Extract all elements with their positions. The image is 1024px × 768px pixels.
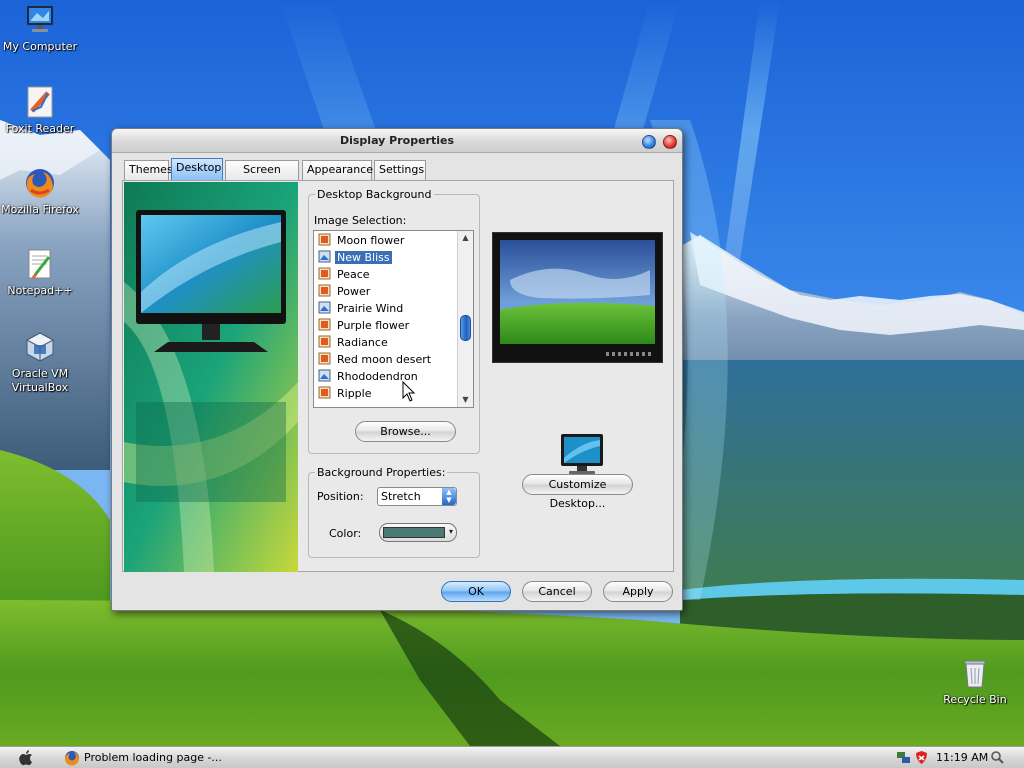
taskbar-item-label: Problem loading page -... [84,751,222,764]
list-item-selected[interactable]: New Bliss [318,249,392,266]
ok-button[interactable]: OK [441,581,511,602]
apply-button[interactable]: Apply [603,581,673,602]
title-bar[interactable]: Display Properties [112,129,682,153]
list-item[interactable]: Moon flower [318,232,406,249]
virtualbox-icon [23,330,57,364]
list-item[interactable]: Red moon desert [318,351,433,368]
firefox-icon [64,750,80,766]
list-item[interactable]: Purple flower [318,317,411,334]
display-properties-window: Display Properties Themes Desktop Screen… [111,128,683,611]
desktop-icon-notepad-plus-plus[interactable]: Notepad++ [0,247,80,298]
apple-menu-icon[interactable] [18,749,34,766]
image-file-icon [318,352,331,365]
wallpaper-file-icon [318,369,331,382]
scroll-down-icon[interactable]: ▼ [458,393,473,407]
desktop-icon-virtualbox[interactable]: Oracle VM VirtualBox [0,330,80,395]
tab-screen-saver[interactable]: Screen Saver [225,160,299,194]
desktop-icon-label: Oracle VM VirtualBox [11,367,69,394]
desktop-icon-label: Notepad++ [7,284,73,297]
search-icon[interactable] [990,750,1005,765]
taskbar: Problem loading page -... 11:19 AM [0,746,1024,768]
wallpaper-file-icon [318,250,331,263]
list-scrollbar[interactable]: ▲ ▼ [457,231,473,407]
image-selection-list[interactable]: Moon flower New Bliss Peace Power Prairi… [313,230,474,408]
select-arrows-icon: ▲ ▼ [442,488,456,505]
help-button[interactable] [642,135,656,149]
sidebar-artwork [124,182,298,572]
desktop-icon-firefox[interactable]: Mozilla Firefox [0,166,80,217]
color-label: Color: [329,527,362,540]
taskbar-item-firefox[interactable]: Problem loading page -... [64,749,300,767]
tab-appearance[interactable]: Appearance [302,160,373,180]
tab-desktop[interactable]: Desktop [171,158,223,180]
browse-button[interactable]: Browse... [355,421,456,442]
desktop-icon-label: My Computer [2,40,78,53]
image-file-icon [318,267,331,280]
scroll-up-icon[interactable]: ▲ [458,231,473,245]
position-label: Position: [317,490,364,503]
desktop-tab-page: Desktop Background Image Selection: Moon… [122,180,674,572]
image-file-icon [318,318,331,331]
position-select[interactable]: Stretch ▲ ▼ [377,487,457,506]
wallpaper-file-icon [318,301,331,314]
group-legend: Desktop Background [315,188,434,201]
chevron-down-icon: ▾ [448,527,453,536]
position-select-value: Stretch [381,490,421,503]
desktop-icon-foxit-reader[interactable]: Foxit Reader [0,85,80,136]
image-file-icon [318,335,331,348]
wallpaper-preview-monitor [492,232,663,363]
clock: 11:19 AM [936,751,989,764]
scrollbar-thumb[interactable] [460,315,471,341]
color-swatch [383,527,445,538]
network-tray-icon[interactable] [896,750,911,765]
list-item[interactable]: Power [318,283,372,300]
cancel-button[interactable]: Cancel [522,581,592,602]
group-legend: Background Properties: [315,466,448,479]
firefox-icon [23,166,57,200]
list-item[interactable]: Radiance [318,334,390,351]
image-selection-label: Image Selection: [314,214,407,227]
desktop-icon-label: Foxit Reader [5,122,75,135]
background-properties-group: Background Properties: [308,466,480,558]
image-file-icon [318,386,331,399]
image-file-icon [318,284,331,297]
mouse-cursor-icon [402,380,416,403]
desktop-icon-recycle-bin[interactable]: Recycle Bin [935,656,1015,707]
close-button[interactable] [663,135,677,149]
tab-themes[interactable]: Themes [124,160,173,180]
customize-monitor-icon [557,432,607,476]
recycle-bin-icon [958,656,992,690]
desktop-icon-label: Mozilla Firefox [1,203,79,216]
pdf-reader-icon [23,85,57,119]
desktop-icon-my-computer[interactable]: My Computer [0,3,80,54]
desktop-icon-label: Recycle Bin [943,693,1007,706]
monitor-indicator [606,352,652,356]
list-item[interactable]: Peace [318,266,372,283]
image-file-icon [318,233,331,246]
tab-settings[interactable]: Settings [374,160,426,180]
monitor-icon [23,3,57,37]
window-title: Display Properties [339,134,455,147]
list-item[interactable]: Ripple [318,385,374,402]
list-item[interactable]: Prairie Wind [318,300,405,317]
notepad-icon [23,247,57,281]
wallpaper-preview-image [500,240,655,344]
customize-desktop-button[interactable]: Customize Desktop... [522,474,633,510]
security-shield-icon[interactable] [914,750,929,765]
color-picker-button[interactable]: ▾ [379,523,457,542]
